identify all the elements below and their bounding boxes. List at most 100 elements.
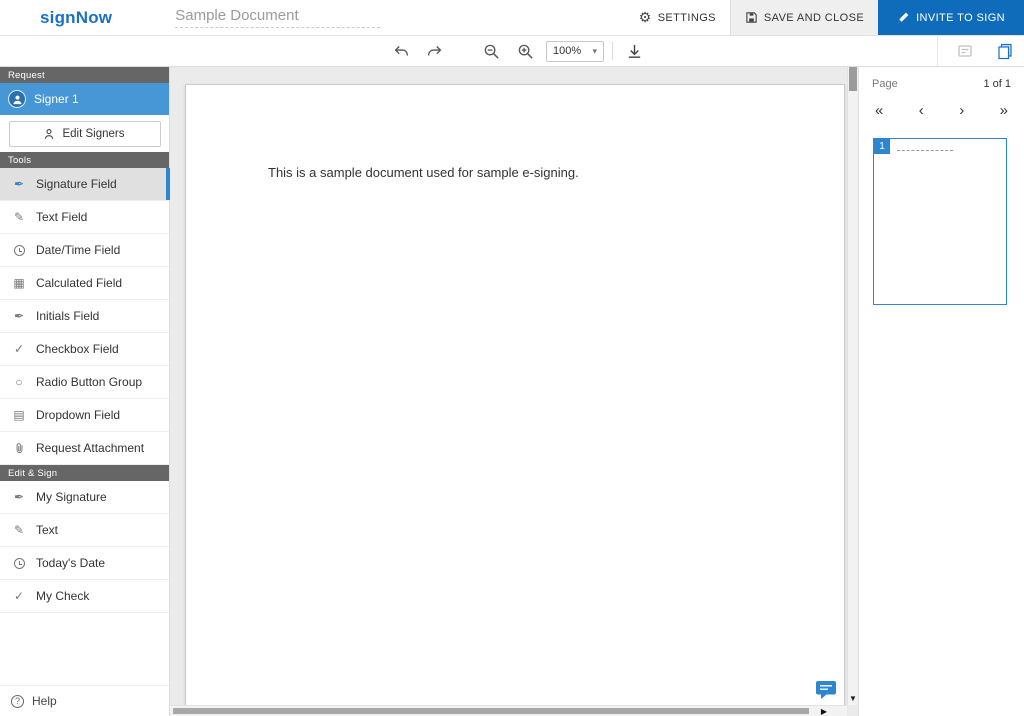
paperclip-icon [11, 442, 27, 455]
toolbar-center-group: 100% ▾ [388, 36, 647, 66]
signature-nib-icon: ✒ [11, 177, 27, 191]
tool-label: Text Field [36, 210, 87, 224]
section-header-request: Request [0, 67, 169, 83]
dropdown-list-icon: ▤ [11, 408, 27, 422]
tool-label: Checkbox Field [36, 342, 119, 356]
tool-label: Signature Field [36, 177, 117, 191]
tool-radio-button-group[interactable]: ○ Radio Button Group [0, 366, 169, 399]
redo-button[interactable] [422, 39, 448, 63]
checkmark-icon: ✓ [11, 342, 27, 356]
page-count: 1 of 1 [983, 78, 1011, 90]
tool-my-signature[interactable]: ✒ My Signature [0, 481, 169, 514]
tool-text[interactable]: ✎ Text [0, 514, 169, 547]
tool-request-attachment[interactable]: Request Attachment [0, 432, 169, 465]
tool-label: Dropdown Field [36, 408, 120, 422]
zoom-level-select[interactable]: 100% ▾ [546, 41, 604, 62]
tool-label: My Signature [36, 490, 107, 504]
question-mark-icon: ? [11, 695, 24, 708]
page-thumbnail[interactable]: 1 [873, 138, 1007, 305]
toolbar-right-group [937, 36, 1018, 66]
section-header-tools: Tools [0, 152, 169, 168]
signature-nib-icon: ✒ [11, 490, 27, 504]
tool-todays-date[interactable]: Today's Date [0, 547, 169, 580]
settings-button[interactable]: ⚙ SETTINGS [625, 0, 730, 35]
zoom-level-value: 100% [553, 45, 581, 57]
save-icon [745, 11, 758, 24]
page-navigation: « ‹ › » [872, 103, 1011, 119]
previous-page-button[interactable]: ‹ [919, 103, 924, 119]
clock-icon [11, 558, 27, 569]
help-button[interactable]: ? Help [0, 685, 169, 716]
signnow-logo[interactable]: signNow [40, 8, 112, 28]
top-header: signNow Sample Document ⚙ SETTINGS SAVE … [0, 0, 1024, 36]
invite-to-sign-button[interactable]: INVITE TO SIGN [878, 0, 1024, 35]
save-and-close-label: SAVE AND CLOSE [764, 12, 864, 24]
clock-icon [11, 245, 27, 256]
save-and-close-button[interactable]: SAVE AND CLOSE [730, 0, 878, 35]
section-header-edit-sign: Edit & Sign [0, 465, 169, 481]
tool-text-field[interactable]: ✎ Text Field [0, 201, 169, 234]
next-page-button[interactable]: › [959, 103, 964, 119]
tool-my-check[interactable]: ✓ My Check [0, 580, 169, 613]
signer-avatar-icon [8, 90, 26, 108]
page-label: Page [872, 78, 898, 90]
zoom-out-button[interactable] [478, 39, 504, 63]
app-window: signNow Sample Document ⚙ SETTINGS SAVE … [0, 0, 1024, 716]
horizontal-scrollbar-thumb[interactable] [173, 708, 809, 714]
help-label: Help [32, 694, 57, 708]
tool-initials-field[interactable]: ✒ Initials Field [0, 300, 169, 333]
person-edit-icon [44, 128, 56, 140]
signer-name: Signer 1 [34, 92, 79, 106]
vertical-scrollbar-thumb[interactable] [849, 67, 857, 91]
document-title[interactable]: Sample Document [175, 7, 380, 28]
undo-button[interactable] [388, 39, 414, 63]
document-canvas: This is a sample document used for sampl… [170, 67, 858, 716]
tool-label: Today's Date [36, 556, 105, 570]
tool-calculated-field[interactable]: ▦ Calculated Field [0, 267, 169, 300]
tools-sidebar: Request Signer 1 Edit Signers Tools ✒ Si… [0, 67, 170, 716]
gear-icon: ⚙ [639, 9, 652, 26]
pencil-icon: ✎ [11, 210, 27, 224]
horizontal-scrollbar[interactable]: ▶ [170, 705, 847, 716]
tool-dropdown-field[interactable]: ▤ Dropdown Field [0, 399, 169, 432]
toolbar-divider [612, 42, 613, 60]
chat-bubble-icon [815, 680, 839, 700]
edit-signers-wrap: Edit Signers [0, 115, 169, 152]
initials-nib-icon: ✒ [11, 309, 27, 323]
zoom-in-button[interactable] [512, 39, 538, 63]
first-page-button[interactable]: « [875, 103, 883, 119]
vertical-scrollbar[interactable]: ▼ [847, 67, 858, 705]
pages-panel-header: Page 1 of 1 [872, 78, 1011, 90]
checkmark-icon: ✓ [11, 589, 27, 603]
tool-label: Request Attachment [36, 441, 144, 455]
tool-label: My Check [36, 589, 89, 603]
tool-label: Calculated Field [36, 276, 122, 290]
tool-checkbox-field[interactable]: ✓ Checkbox Field [0, 333, 169, 366]
fields-panel-icon[interactable] [952, 39, 978, 63]
header-actions: ⚙ SETTINGS SAVE AND CLOSE INVITE TO SIGN [625, 0, 1024, 35]
tool-datetime-field[interactable]: Date/Time Field [0, 234, 169, 267]
last-page-button[interactable]: » [1000, 103, 1008, 119]
pages-panel: Page 1 of 1 « ‹ › » 1 [858, 67, 1024, 716]
signer-item[interactable]: Signer 1 [0, 83, 169, 115]
tool-label: Initials Field [36, 309, 99, 323]
pencil-icon: ✎ [11, 523, 27, 537]
scroll-down-arrow-icon[interactable]: ▼ [848, 695, 858, 703]
feedback-chat-button[interactable] [815, 679, 839, 701]
scroll-right-arrow-icon[interactable]: ▶ [821, 707, 827, 716]
document-page: This is a sample document used for sampl… [185, 84, 845, 716]
pen-icon [897, 11, 910, 24]
document-body-text: This is a sample document used for sampl… [268, 165, 579, 180]
download-button[interactable] [621, 39, 647, 63]
edit-signers-label: Edit Signers [62, 128, 124, 140]
page-number-badge: 1 [874, 139, 890, 154]
tool-signature-field[interactable]: ✒ Signature Field [0, 168, 169, 201]
calculator-icon: ▦ [11, 276, 27, 290]
radio-circle-icon: ○ [11, 375, 27, 389]
pages-panel-toggle-icon[interactable] [992, 39, 1018, 63]
tool-label: Text [36, 523, 58, 537]
edit-signers-button[interactable]: Edit Signers [9, 121, 161, 147]
chevron-down-icon: ▾ [592, 46, 597, 57]
tool-label: Radio Button Group [36, 375, 142, 389]
thumbnail-text-line [897, 150, 953, 151]
